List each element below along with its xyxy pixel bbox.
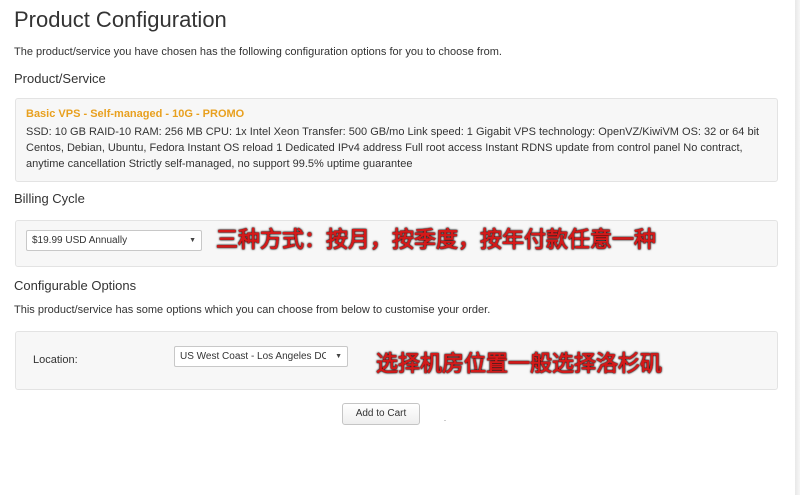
billing-cycle-select[interactable]: $19.99 USD Annually ▼ — [26, 230, 202, 251]
page-edge — [795, 0, 800, 495]
product-panel: Basic VPS - Self-managed - 10G - PROMO S… — [15, 98, 778, 182]
add-to-cart-button[interactable]: Add to Cart — [342, 403, 420, 425]
product-section-title: Product/Service — [14, 71, 106, 86]
intro-text: The product/service you have chosen has … — [14, 46, 502, 58]
options-description: This product/service has some options wh… — [14, 304, 491, 316]
chevron-down-icon: ▼ — [189, 237, 196, 244]
location-label: Location: — [33, 354, 78, 366]
billing-section-title: Billing Cycle — [14, 191, 85, 206]
location-value: US West Coast - Los Angeles DC — [180, 351, 326, 362]
location-select[interactable]: US West Coast - Los Angeles DC ▼ — [174, 346, 348, 367]
billing-annotation: 三种方式：按月，按季度，按年付款任意一种 — [216, 228, 657, 253]
billing-cycle-value: $19.99 USD Annually — [32, 235, 128, 246]
product-description: SSD: 10 GB RAID-10 RAM: 256 MB CPU: 1x I… — [26, 126, 760, 170]
page: Product Configuration The product/servic… — [0, 0, 795, 495]
chevron-down-icon: ▼ — [335, 353, 342, 360]
page-title: Product Configuration — [14, 7, 227, 32]
location-annotation: 选择机房位置一般选择洛杉矶 — [376, 352, 663, 377]
divider — [444, 420, 446, 421]
options-section-title: Configurable Options — [14, 278, 137, 293]
product-name: Basic VPS - Self-managed - 10G - PROMO — [26, 108, 245, 120]
